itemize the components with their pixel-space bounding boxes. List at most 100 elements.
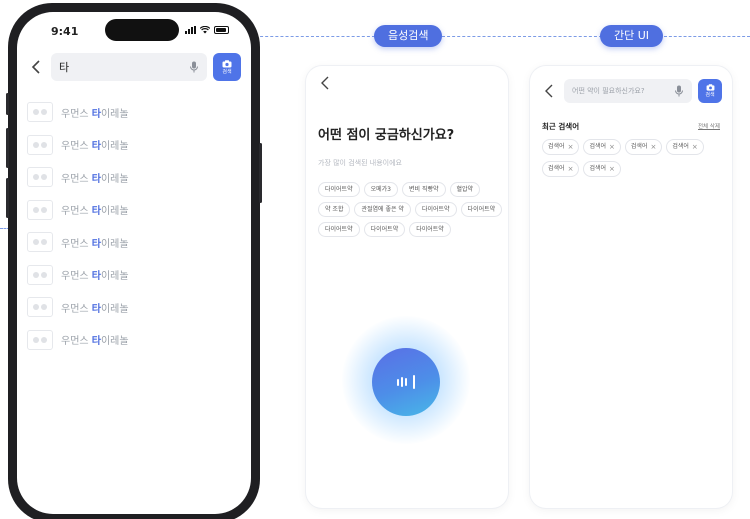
recent-search-chips: 검색어 × 검색어 × 검색어 × 검색어 × 검색어 × 검색어 ×: [542, 139, 726, 177]
connector-line-middle: [442, 36, 602, 37]
result-item[interactable]: 우먼스 타이레놀: [27, 161, 241, 194]
close-icon[interactable]: ×: [650, 140, 656, 154]
camera-search-button[interactable]: 검색: [698, 79, 722, 103]
search-result-list: 우먼스 타이레놀 우먼스 타이레놀 우먼스 타이레놀 우먼스 타이레놀 우먼스 타이레놀…: [27, 96, 241, 356]
close-icon[interactable]: ×: [568, 140, 574, 154]
popular-hint: 가장 많이 검색된 내용이에요: [318, 159, 402, 167]
recent-search-chip[interactable]: 검색어 ×: [542, 161, 580, 177]
result-name: 우먼스 타이레놀: [61, 173, 129, 185]
battery-icon: [214, 26, 229, 34]
status-bar: 9:41: [17, 12, 251, 48]
result-item[interactable]: 우먼스 타이레놀: [27, 259, 241, 292]
search-bar: 어떤 약이 필요하신가요? 검색: [540, 79, 722, 103]
recent-search-title: 최근 검색어: [542, 122, 580, 131]
popular-tags: 다이어트약 오메가3 변비 직빵약 혈압약 약 조합 관절염에 좋은 약 다이어트약 다이어트…: [318, 182, 508, 237]
recent-search-chip[interactable]: 검색어 ×: [624, 139, 663, 155]
pill-icon: [27, 199, 53, 220]
result-item[interactable]: 우먼스 타이레놀: [27, 96, 241, 129]
voice-mic-button[interactable]: [372, 348, 440, 416]
search-input[interactable]: 어떤 약이 필요하신가요?: [564, 79, 692, 103]
search-input-value: 타: [59, 61, 70, 74]
wifi-icon: [200, 26, 210, 34]
popular-tag[interactable]: 다이어트약: [409, 222, 451, 237]
chip-label: 검색어: [548, 165, 565, 172]
chip-label: 검색어: [589, 143, 606, 150]
signal-icon: [185, 26, 196, 34]
camera-search-label: 검색: [222, 68, 232, 75]
voice-search-label: 음성검색: [374, 25, 443, 47]
match-highlight: 타: [91, 271, 101, 283]
result-name: 우먼스 타이레놀: [61, 206, 129, 218]
chip-label: 검색어: [548, 143, 565, 150]
match-highlight: 타: [91, 238, 101, 250]
pill-icon: [27, 264, 53, 285]
match-highlight: 타: [91, 206, 101, 218]
popular-tag[interactable]: 혈압약: [449, 182, 481, 197]
phone-screen: 9:41 타 검색 우먼스 타이레놀 우먼스 타이레놀 우먼스 타이레놀 우먼스…: [17, 12, 251, 514]
close-icon[interactable]: ×: [609, 140, 615, 154]
connector-line-right: [664, 36, 750, 37]
voice-search-screen: 어떤 점이 궁금하신가요? 가장 많이 검색된 내용이에요 다이어트약 오메가3 변…: [306, 66, 508, 508]
match-highlight: 타: [91, 303, 101, 315]
search-placeholder: 어떤 약이 필요하신가요?: [572, 87, 645, 95]
result-name: 우먼스 타이레놀: [61, 271, 129, 283]
pill-icon: [27, 102, 53, 123]
match-highlight: 타: [91, 141, 101, 153]
back-icon[interactable]: [316, 74, 334, 92]
camera-search-button[interactable]: 검색: [213, 53, 241, 81]
status-time: 9:41: [51, 25, 79, 38]
popular-tag[interactable]: 다이어트약: [363, 222, 406, 237]
popular-tag[interactable]: 다이어트약: [460, 202, 503, 217]
result-item[interactable]: 우먼스 타이레놀: [27, 324, 241, 357]
result-name: 우먼스 타이레놀: [61, 238, 129, 250]
popular-tag[interactable]: 다이어트약: [318, 182, 360, 197]
result-name: 우먼스 타이레놀: [61, 108, 129, 120]
simple-search-screen: 어떤 약이 필요하신가요? 검색 최근 검색어 전체 삭제 검색어 × 검색어 × 검색…: [530, 66, 732, 508]
mic-icon[interactable]: [189, 61, 199, 73]
match-highlight: 타: [91, 173, 101, 185]
dynamic-island: [105, 19, 179, 41]
system-icons: [185, 26, 229, 34]
chip-label: 검색어: [672, 143, 689, 150]
result-item[interactable]: 우먼스 타이레놀: [27, 129, 241, 162]
popular-tag[interactable]: 약 조합: [318, 202, 351, 217]
pill-icon: [27, 134, 53, 155]
popular-tag[interactable]: 다이어트약: [414, 202, 457, 217]
connector-line-left: [255, 36, 375, 37]
camera-search-label: 검색: [705, 92, 715, 98]
simple-ui-label: 간단 UI: [600, 25, 664, 47]
match-highlight: 타: [91, 108, 101, 120]
phone-device: 9:41 타 검색 우먼스 타이레놀 우먼스 타이레놀 우먼스 타이레놀 우먼스…: [6, 3, 262, 519]
recent-search-chip[interactable]: 검색어 ×: [583, 139, 621, 155]
result-name: 우먼스 타이레놀: [61, 141, 129, 153]
recent-search-chip[interactable]: 검색어 ×: [583, 161, 621, 177]
result-item[interactable]: 우먼스 타이레놀: [27, 194, 241, 227]
pill-icon: [27, 167, 53, 188]
delete-all-link[interactable]: 전체 삭제: [698, 122, 720, 130]
pill-icon: [27, 297, 53, 318]
result-item[interactable]: 우먼스 타이레놀: [27, 291, 241, 324]
popular-tag[interactable]: 오메가3: [363, 182, 398, 197]
close-icon[interactable]: ×: [692, 140, 698, 154]
back-icon[interactable]: [27, 58, 45, 76]
popular-tag[interactable]: 변비 직빵약: [402, 182, 446, 197]
camera-icon: [706, 84, 714, 91]
result-name: 우먼스 타이레놀: [61, 336, 129, 348]
mic-icon[interactable]: [674, 85, 684, 97]
back-icon[interactable]: [540, 82, 558, 100]
result-item[interactable]: 우먼스 타이레놀: [27, 226, 241, 259]
camera-icon: [222, 59, 232, 67]
recent-search-chip[interactable]: 검색어 ×: [542, 139, 580, 155]
popular-tag[interactable]: 관절염에 좋은 약: [354, 202, 411, 217]
voice-question-title: 어떤 점이 궁금하신가요?: [318, 128, 455, 143]
search-input[interactable]: 타: [51, 53, 207, 81]
chip-label: 검색어: [589, 165, 606, 172]
close-icon[interactable]: ×: [568, 162, 574, 176]
pill-icon: [27, 232, 53, 253]
recent-search-chip[interactable]: 검색어 ×: [666, 139, 704, 155]
result-name: 우먼스 타이레놀: [61, 303, 129, 315]
chip-label: 검색어: [630, 143, 648, 150]
popular-tag[interactable]: 다이어트약: [318, 222, 360, 237]
close-icon[interactable]: ×: [609, 162, 615, 176]
search-bar: 타 검색: [27, 52, 241, 82]
